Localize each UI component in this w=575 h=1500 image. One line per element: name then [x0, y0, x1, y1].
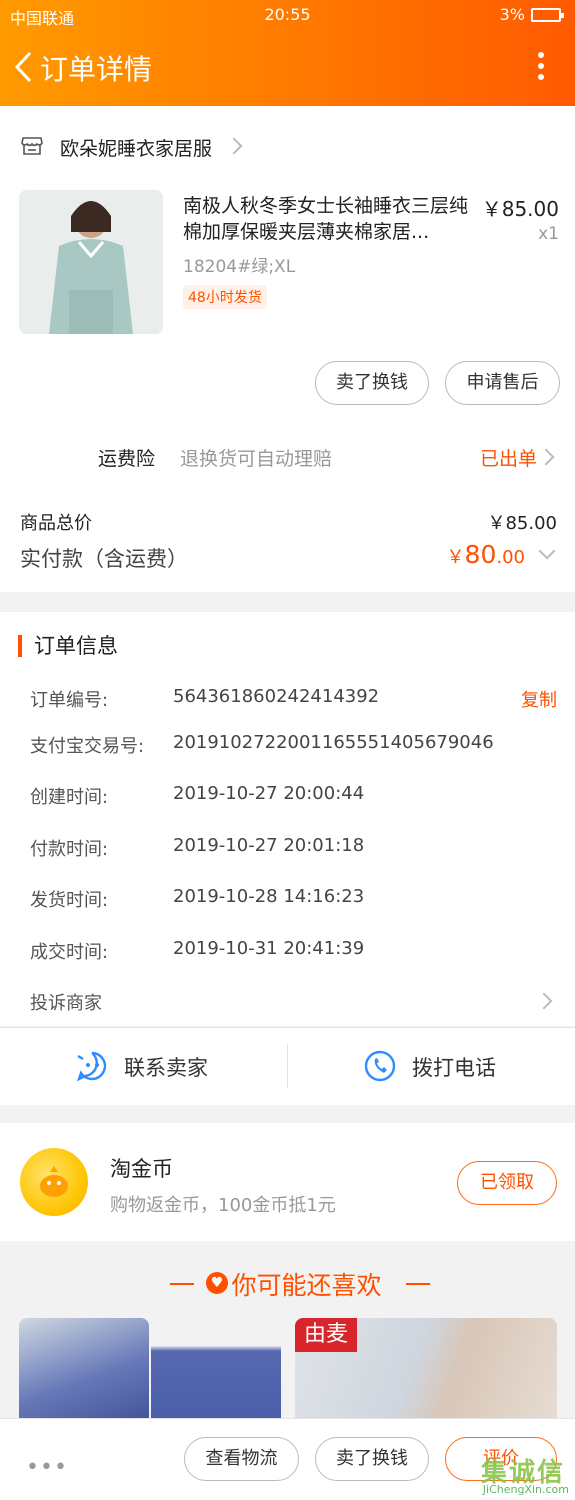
coin-claimed-button[interactable]: 已领取: [457, 1161, 557, 1205]
info-key: 成交时间:: [30, 942, 109, 963]
product-sku: 18204#绿;XL: [183, 257, 296, 277]
coin-title: 淘金币: [110, 1157, 173, 1181]
shop-row[interactable]: 欧朵妮睡衣家居服: [0, 130, 575, 164]
info-row-created-time: 创建时间: 2019-10-27 20:00:44: [30, 783, 560, 811]
more-actions-icon[interactable]: •••: [26, 1455, 68, 1480]
shop-name: 欧朵妮睡衣家居服: [60, 138, 213, 160]
info-row-order-number: 订单编号: 564361860242414392: [30, 686, 560, 714]
title-bar: 订单详情: [0, 44, 575, 90]
copy-order-number-button[interactable]: 复制: [521, 686, 557, 712]
sell-for-cash-button[interactable]: 卖了换钱: [315, 1437, 429, 1481]
info-key: 发货时间:: [30, 890, 109, 911]
goods-total-label: 商品总价: [20, 513, 92, 534]
store-icon: [21, 137, 43, 155]
info-row-alipay-number: 支付宝交易号: 2019102722001165551405679046: [30, 732, 560, 760]
view-logistics-button[interactable]: 查看物流: [184, 1437, 299, 1481]
insurance-label: 运费险: [98, 448, 156, 470]
paid-decimal: .00: [496, 547, 525, 568]
info-value: 2019102722001165551405679046: [173, 732, 494, 753]
coin-description: 购物返金币，100金币抵1元: [110, 1195, 336, 1216]
shipping-tag-badge: 48小时发货: [183, 285, 267, 309]
battery-icon: [531, 7, 564, 22]
brand-logo: 由麦: [295, 1318, 357, 1352]
product-price: ￥85.00: [481, 197, 559, 221]
info-row-shipped-time: 发货时间: 2019-10-28 14:16:23: [30, 886, 560, 914]
chevron-right-icon: [225, 137, 243, 155]
recommend-item-image[interactable]: [151, 1318, 281, 1428]
goods-total-value: ￥85.00: [487, 513, 557, 534]
more-options-icon[interactable]: [537, 52, 545, 82]
battery-percent: 3%: [499, 5, 525, 24]
product-image[interactable]: [19, 190, 163, 334]
app-header: 中国联通 20:55 3% 订单详情: [0, 0, 575, 106]
status-time: 20:55: [264, 5, 311, 24]
pajama-photo-icon: [19, 190, 163, 334]
info-key: 付款时间:: [30, 839, 109, 860]
paid-amount-label: 实付款（含运费）: [20, 547, 188, 571]
product-quantity: x1: [538, 224, 559, 244]
apply-aftersale-button[interactable]: 申请售后: [445, 361, 560, 405]
info-value: 2019-10-27 20:01:18: [173, 835, 365, 856]
paid-integer: 80: [464, 540, 497, 569]
contact-bar: 联系卖家 拨打电话: [0, 1027, 575, 1105]
watermark-en: JiChengXin.com: [482, 1483, 569, 1496]
product-title[interactable]: 南极人秋冬季女士长袖睡衣三层纯棉加厚保暖夹层薄夹棉家居...: [183, 193, 475, 245]
contact-seller-label: 联系卖家: [124, 1056, 208, 1080]
call-phone-label: 拨打电话: [412, 1056, 496, 1080]
insurance-status[interactable]: 已出单: [480, 444, 537, 471]
page-title: 订单详情: [40, 53, 153, 86]
info-key: 订单编号:: [30, 690, 109, 711]
info-key: 支付宝交易号:: [30, 736, 145, 757]
sell-for-cash-button[interactable]: 卖了换钱: [315, 361, 429, 405]
info-row-completed-time: 成交时间: 2019-10-31 20:41:39: [30, 938, 560, 966]
title-divider-right: [406, 1283, 430, 1285]
contact-seller-button[interactable]: 联系卖家: [0, 1028, 287, 1106]
recommend-item-image[interactable]: 由麦: [295, 1318, 557, 1428]
info-row-paid-time: 付款时间: 2019-10-27 20:01:18: [30, 835, 560, 863]
status-bar: 中国联通 20:55 3%: [0, 0, 575, 30]
order-info-title: 订单信息: [18, 635, 118, 657]
info-value: 2019-10-31 20:41:39: [173, 938, 365, 959]
paid-amount-value: ￥80.00: [447, 540, 525, 569]
info-value: 2019-10-27 20:00:44: [173, 783, 365, 804]
recommend-title: 你可能还喜欢: [0, 1266, 575, 1302]
phone-icon: [364, 1050, 396, 1082]
bottom-action-bar: ••• 查看物流 卖了换钱 评价 集诚信 JiChengXin.com: [0, 1418, 575, 1500]
recommend-title-text: 你可能还喜欢: [231, 1271, 382, 1300]
info-key: 创建时间:: [30, 787, 109, 808]
chat-face-icon: [76, 1051, 107, 1082]
info-value: 2019-10-28 14:16:23: [173, 886, 365, 907]
battery-status: 3%: [499, 5, 564, 24]
insurance-description: 退换货可自动理赔: [180, 448, 333, 470]
watermark-logo: 集诚信 JiChengXin.com: [459, 1452, 571, 1496]
gold-coin-icon: [20, 1148, 88, 1216]
paid-currency: ￥: [446, 547, 465, 568]
complain-merchant-label: 投诉商家: [30, 993, 102, 1014]
complain-merchant-row[interactable]: 投诉商家: [30, 989, 560, 1017]
recommend-item-image[interactable]: [19, 1318, 149, 1428]
back-arrow-icon[interactable]: [12, 50, 36, 84]
call-phone-button[interactable]: 拨打电话: [288, 1028, 575, 1106]
info-value: 564361860242414392: [173, 686, 380, 707]
